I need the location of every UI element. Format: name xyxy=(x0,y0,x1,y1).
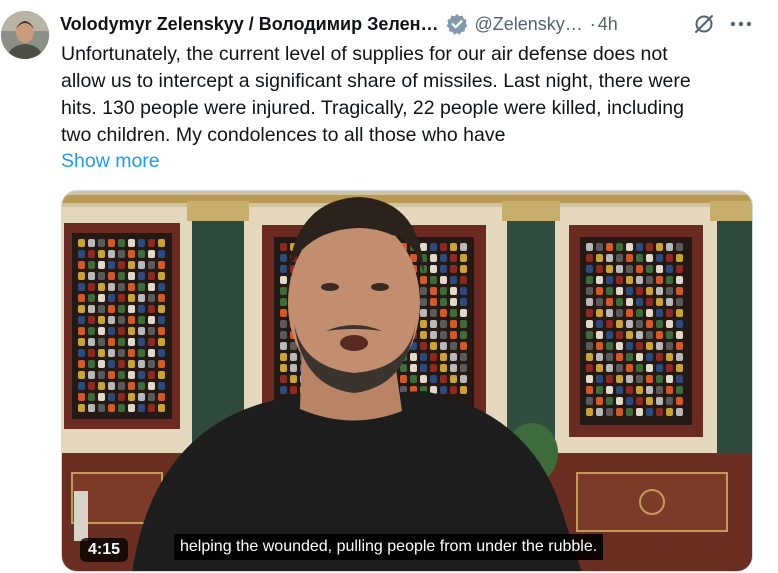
more-options-icon[interactable] xyxy=(728,12,754,36)
video-duration: 4:15 xyxy=(80,538,129,562)
author-display-name[interactable]: Volodymyr Zelenskyy / Володимир Зелен… xyxy=(60,14,438,35)
video-caption: helping the wounded, pulling people from… xyxy=(174,534,604,560)
tweet-text: Unfortunately, the current level of supp… xyxy=(61,43,691,146)
verified-badge-icon[interactable] xyxy=(446,13,468,35)
separator-dot: · xyxy=(589,13,596,34)
tweet-header: Volodymyr Zelenskyy / Володимир Зелен… @… xyxy=(60,12,618,36)
video-player[interactable]: 4:15 helping the wounded, pulling people… xyxy=(61,190,753,572)
author-handle[interactable]: @Zelensky… xyxy=(474,14,582,35)
video-frame xyxy=(62,191,752,571)
show-more-link[interactable]: Show more xyxy=(61,148,160,175)
avatar[interactable] xyxy=(1,11,49,59)
tweet-timestamp[interactable]: 4h xyxy=(598,14,618,35)
avatar-image xyxy=(1,11,49,59)
muted-icon[interactable] xyxy=(692,12,716,36)
